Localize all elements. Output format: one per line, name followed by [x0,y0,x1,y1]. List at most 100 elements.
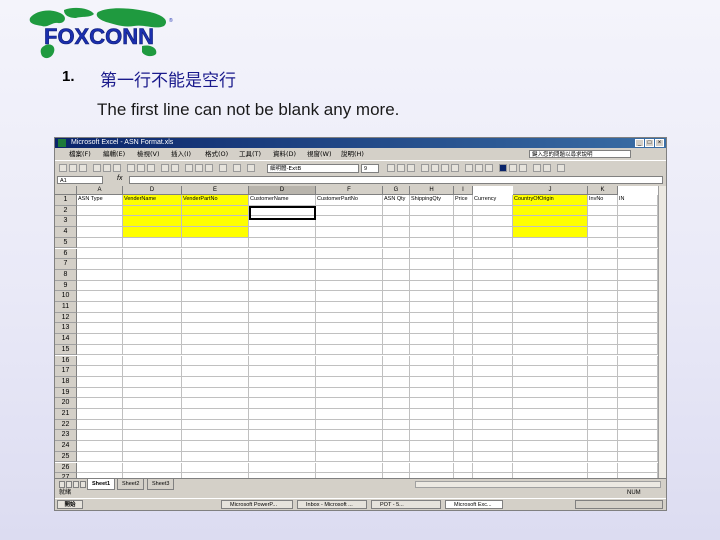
currency-icon[interactable] [465,164,473,172]
table-cell[interactable] [249,237,316,249]
table-cell[interactable] [123,312,182,324]
table-cell[interactable] [410,451,454,463]
prev-sheet-icon[interactable] [66,481,72,488]
new-icon[interactable] [59,164,67,172]
table-cell[interactable] [77,291,123,302]
table-cell[interactable] [77,419,123,431]
table-cell[interactable] [410,227,454,238]
table-cell[interactable] [123,302,182,313]
table-cell[interactable] [123,409,182,420]
table-cell[interactable] [316,269,383,281]
table-cell[interactable] [473,355,513,367]
cut-icon[interactable] [127,164,135,172]
table-cell[interactable] [513,376,588,388]
row-header[interactable]: 16 [55,355,77,367]
table-cell[interactable] [77,216,123,228]
table-cell[interactable] [513,269,588,281]
table-cell[interactable] [618,205,658,217]
row-header[interactable]: 26 [55,462,77,474]
table-cell[interactable] [182,248,249,260]
table-cell[interactable] [77,441,123,452]
menu-window[interactable]: 視窗(W) [307,148,332,160]
table-cell[interactable] [588,205,618,217]
table-cell[interactable] [473,441,513,452]
table-cell[interactable] [249,312,316,324]
table-cell[interactable] [249,227,316,238]
table-cell[interactable] [182,312,249,324]
table-cell[interactable] [383,280,410,292]
row-header[interactable]: 5 [55,237,77,249]
table-cell[interactable] [383,259,410,270]
table-cell[interactable] [410,334,454,345]
table-cell[interactable] [410,259,454,270]
table-cell[interactable] [123,398,182,409]
vertical-scrollbar[interactable] [658,186,666,478]
table-cell[interactable] [618,366,658,377]
table-cell[interactable] [77,344,123,356]
row-header[interactable]: 12 [55,312,77,324]
table-cell[interactable] [410,344,454,356]
table-cell[interactable] [249,355,316,367]
row-header[interactable]: 9 [55,280,77,292]
table-cell[interactable] [513,409,588,420]
row-header[interactable]: 13 [55,323,77,335]
table-cell[interactable] [383,334,410,345]
menu-help[interactable]: 說明(H) [341,148,364,160]
header-cell[interactable]: Price [454,195,473,206]
table-cell[interactable] [473,344,513,356]
table-cell[interactable] [123,291,182,302]
table-cell[interactable] [249,302,316,313]
table-cell[interactable] [410,398,454,409]
task-powerpoint[interactable]: Microsoft PowerP... [221,500,293,509]
table-cell[interactable] [316,387,383,399]
table-cell[interactable] [513,419,588,431]
row-header[interactable]: 1 [55,195,77,206]
table-cell[interactable] [316,366,383,377]
fill-color-icon[interactable] [509,164,517,172]
table-cell[interactable] [410,302,454,313]
table-cell[interactable] [77,259,123,270]
table-cell[interactable] [588,302,618,313]
table-cell[interactable] [316,376,383,388]
table-cell[interactable] [182,269,249,281]
table-cell[interactable] [410,323,454,335]
row-header[interactable]: 7 [55,259,77,270]
row-header[interactable]: 6 [55,248,77,260]
table-cell[interactable] [77,409,123,420]
table-cell[interactable] [383,398,410,409]
table-cell[interactable] [618,334,658,345]
table-cell[interactable] [249,291,316,302]
table-cell[interactable] [588,419,618,431]
table-cell[interactable] [316,280,383,292]
table-cell[interactable] [473,451,513,463]
table-cell[interactable] [383,248,410,260]
column-header[interactable]: K [588,186,618,195]
table-cell[interactable] [588,237,618,249]
table-cell[interactable] [383,355,410,367]
menu-data[interactable]: 資料(D) [273,148,296,160]
table-cell[interactable] [473,216,513,228]
table-cell[interactable] [249,366,316,377]
table-cell[interactable] [588,451,618,463]
table-cell[interactable] [513,291,588,302]
table-cell[interactable] [454,430,473,442]
preview-icon[interactable] [103,164,111,172]
table-cell[interactable] [316,409,383,420]
table-cell[interactable] [77,366,123,377]
table-cell[interactable] [316,419,383,431]
header-cell[interactable]: Currency [473,195,513,206]
header-cell[interactable]: ASN Type [77,195,123,206]
header-cell[interactable]: VenderPartNo [182,195,249,206]
table-cell[interactable] [454,441,473,452]
table-cell[interactable] [123,237,182,249]
zoom-icon[interactable] [233,164,241,172]
table-cell[interactable] [473,398,513,409]
row-header[interactable]: 10 [55,291,77,302]
row-header[interactable]: 18 [55,376,77,388]
table-cell[interactable] [383,291,410,302]
table-cell[interactable] [513,462,588,474]
table-cell[interactable] [316,312,383,324]
table-cell[interactable] [588,227,618,238]
table-cell[interactable] [383,302,410,313]
table-cell[interactable] [513,334,588,345]
